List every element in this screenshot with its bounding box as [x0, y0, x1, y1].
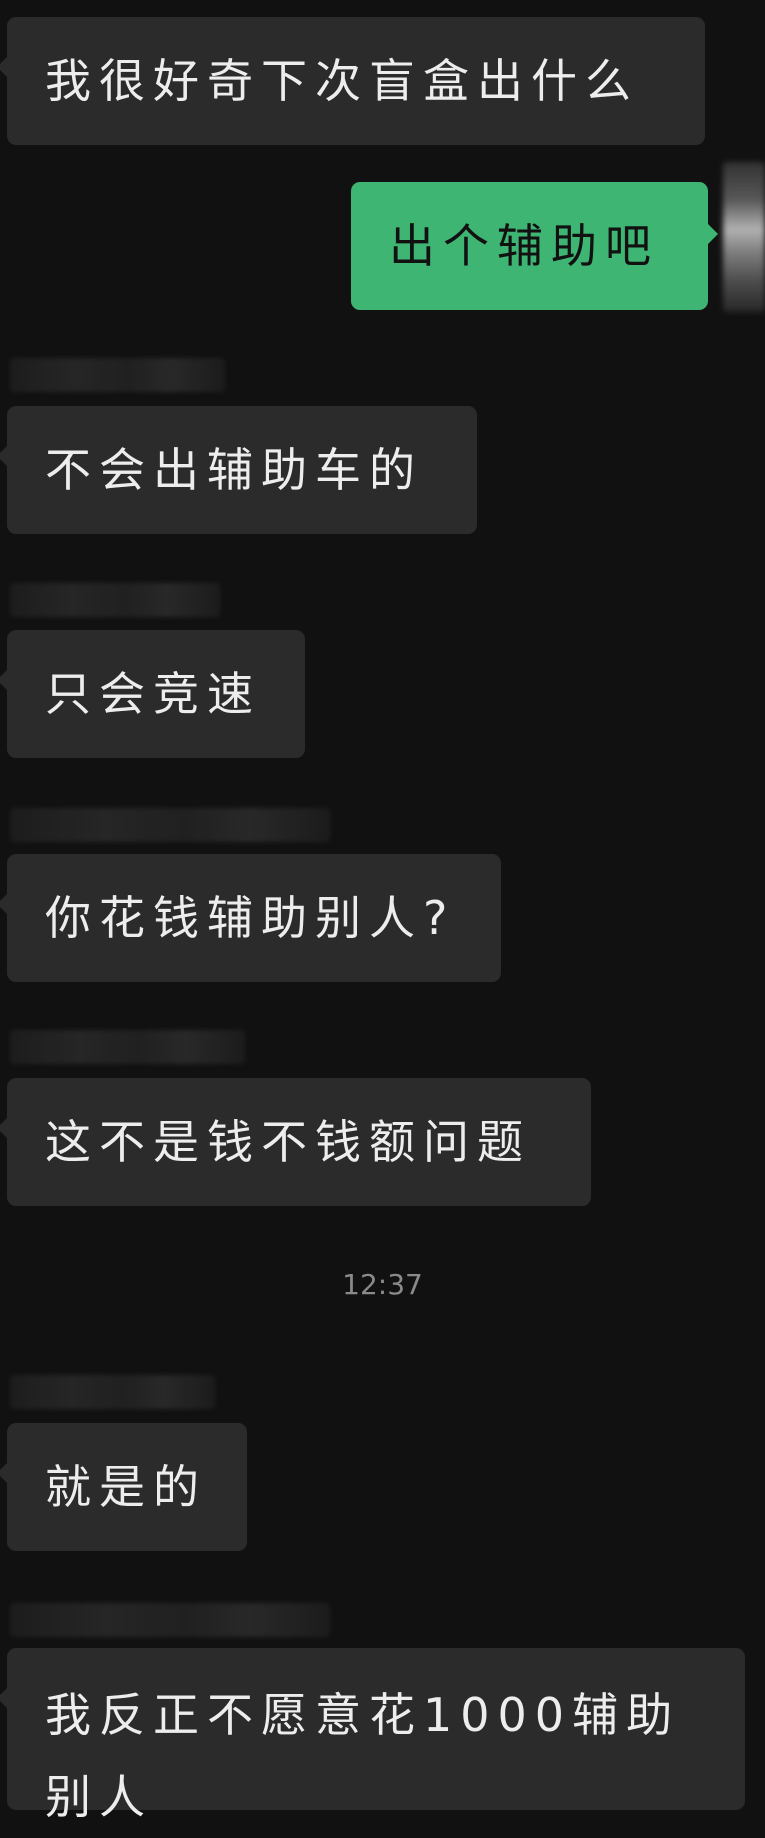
message-bubble-incoming[interactable]: 不会出辅助车的 [0, 406, 477, 534]
message-bubble-incoming[interactable]: 就是的 [0, 1423, 247, 1551]
avatar[interactable] [723, 162, 765, 312]
message-bubble-incoming[interactable]: 我反正不愿意花1000辅助别人 [0, 1648, 745, 1824]
message-text: 只会竞速 [45, 667, 261, 721]
message-text: 出个辅助吧 [389, 219, 659, 273]
message-text: 就是的 [45, 1460, 207, 1514]
message-bubble-incoming[interactable]: 只会竞速 [0, 630, 305, 758]
sender-name-blurred [10, 1030, 245, 1064]
message-bubble-outgoing[interactable]: 出个辅助吧 [351, 182, 718, 310]
sender-name-blurred [10, 1603, 330, 1637]
message-bubble-incoming[interactable]: 我很好奇下次盲盒出什么 [0, 17, 705, 145]
sender-name-blurred [10, 1375, 215, 1409]
timestamp: 12:37 [342, 1268, 423, 1301]
sender-name-blurred [10, 358, 225, 392]
message-text: 这不是钱不钱额问题 [45, 1115, 531, 1169]
message-bubble-incoming[interactable]: 这不是钱不钱额问题 [0, 1078, 591, 1206]
sender-name-blurred [10, 808, 330, 842]
sender-name-blurred [10, 583, 220, 617]
message-text: 我反正不愿意花1000辅助别人 [45, 1688, 681, 1824]
message-text: 我很好奇下次盲盒出什么 [45, 54, 639, 108]
message-text: 不会出辅助车的 [45, 443, 423, 497]
message-text: 你花钱辅助别人? [45, 891, 456, 945]
message-bubble-incoming[interactable]: 你花钱辅助别人? [0, 854, 501, 982]
